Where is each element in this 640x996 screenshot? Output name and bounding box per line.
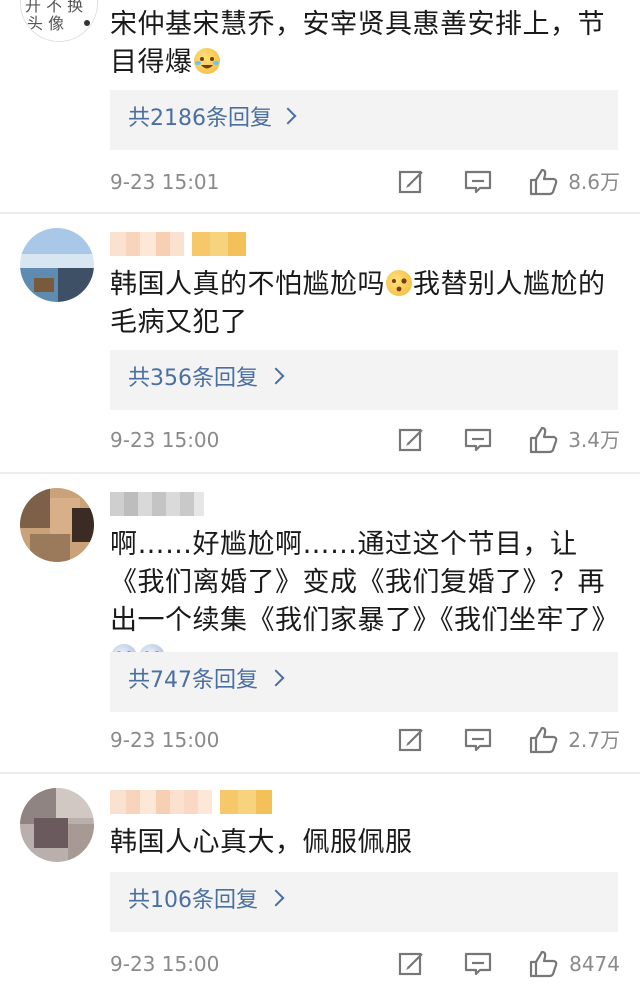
reply-count-label: 共2186条回复 bbox=[128, 106, 272, 131]
comment-icon[interactable] bbox=[462, 948, 494, 980]
avatar[interactable] bbox=[20, 488, 94, 562]
timestamp: 9-23 15:00 bbox=[110, 728, 220, 752]
thumbs-up-icon[interactable] bbox=[528, 724, 560, 756]
edit-icon[interactable] bbox=[396, 724, 428, 756]
comment-icon[interactable] bbox=[462, 166, 494, 198]
comment-meta: 9-23 15:01 8.6万 bbox=[110, 166, 620, 198]
like-count: 8.6万 bbox=[568, 170, 620, 194]
edit-icon[interactable] bbox=[396, 166, 428, 198]
like-count: 8474 bbox=[569, 952, 620, 976]
reply-count-label: 共747条回复 bbox=[128, 668, 258, 693]
thumbs-up-icon[interactable] bbox=[528, 424, 560, 456]
chevron-right-icon bbox=[267, 889, 285, 907]
reply-count-label: 共106条回复 bbox=[128, 888, 258, 913]
thumbs-up-icon[interactable] bbox=[528, 166, 560, 198]
like-count: 2.7万 bbox=[568, 728, 620, 752]
like-count: 3.4万 bbox=[568, 428, 620, 452]
comment-item: 韩国人心真大，佩服佩服 共106条回复 9-23 15:00 8474 bbox=[0, 774, 640, 996]
comment-meta: 9-23 15:00 8474 bbox=[110, 948, 620, 980]
svg-text:开 不 换: 开 不 换 bbox=[25, 0, 83, 15]
username-blurred[interactable] bbox=[110, 790, 272, 814]
view-replies-button[interactable]: 共747条回复 bbox=[110, 652, 618, 712]
comment-meta: 9-23 15:00 2.7万 bbox=[110, 724, 620, 756]
avatar-text-image: 开 不 换 头 像 bbox=[25, 0, 90, 33]
laughing-crying-emoji-icon bbox=[193, 48, 220, 74]
view-replies-button[interactable]: 共106条回复 bbox=[110, 872, 618, 932]
username-blurred[interactable] bbox=[110, 232, 246, 256]
chevron-right-icon bbox=[267, 669, 285, 687]
confused-emoji-icon bbox=[386, 270, 412, 296]
comment-icon[interactable] bbox=[462, 724, 494, 756]
comment-item: 啊……好尴尬啊……通过这个节目，让《我们离婚了》变成《我们复婚了》？再出一个续集… bbox=[0, 474, 640, 774]
timestamp: 9-23 15:00 bbox=[110, 952, 220, 976]
comment-text: 韩国人心真大，佩服佩服 bbox=[110, 827, 413, 858]
timestamp: 9-23 15:00 bbox=[110, 428, 220, 452]
chevron-right-icon bbox=[279, 107, 297, 125]
chevron-right-icon bbox=[267, 367, 285, 385]
reply-count-label: 共356条回复 bbox=[128, 366, 258, 391]
view-replies-button[interactable]: 共356条回复 bbox=[110, 350, 618, 410]
view-replies-button[interactable]: 共2186条回复 bbox=[110, 90, 618, 150]
avatar[interactable]: 开 不 换 头 像 bbox=[20, 0, 98, 42]
comment-item: 韩国人真的不怕尴尬吗 我替别人尴尬的毛病又犯了 共356条回复 9-23 15:0… bbox=[0, 214, 640, 472]
edit-icon[interactable] bbox=[396, 424, 428, 456]
comment-text: 韩国人真的不怕尴尬吗 我替别人尴尬的毛病又犯了 bbox=[110, 269, 606, 338]
comment-text: 宋仲基宋慧乔，安宰贤具惠善安排上，节目得爆 bbox=[110, 9, 605, 78]
avatar[interactable] bbox=[20, 228, 94, 302]
comment-item: 开 不 换 头 像 宋仲基宋慧乔，安宰贤具惠善安排上，节目得爆 共2186条回复… bbox=[0, 0, 640, 212]
comment-icon[interactable] bbox=[462, 424, 494, 456]
svg-text:头 像: 头 像 bbox=[27, 14, 64, 33]
username-blurred[interactable] bbox=[110, 492, 204, 516]
thumbs-up-icon[interactable] bbox=[528, 948, 560, 980]
edit-icon[interactable] bbox=[396, 948, 428, 980]
comment-meta: 9-23 15:00 3.4万 bbox=[110, 424, 620, 456]
timestamp: 9-23 15:01 bbox=[110, 170, 220, 194]
avatar[interactable] bbox=[20, 788, 94, 862]
